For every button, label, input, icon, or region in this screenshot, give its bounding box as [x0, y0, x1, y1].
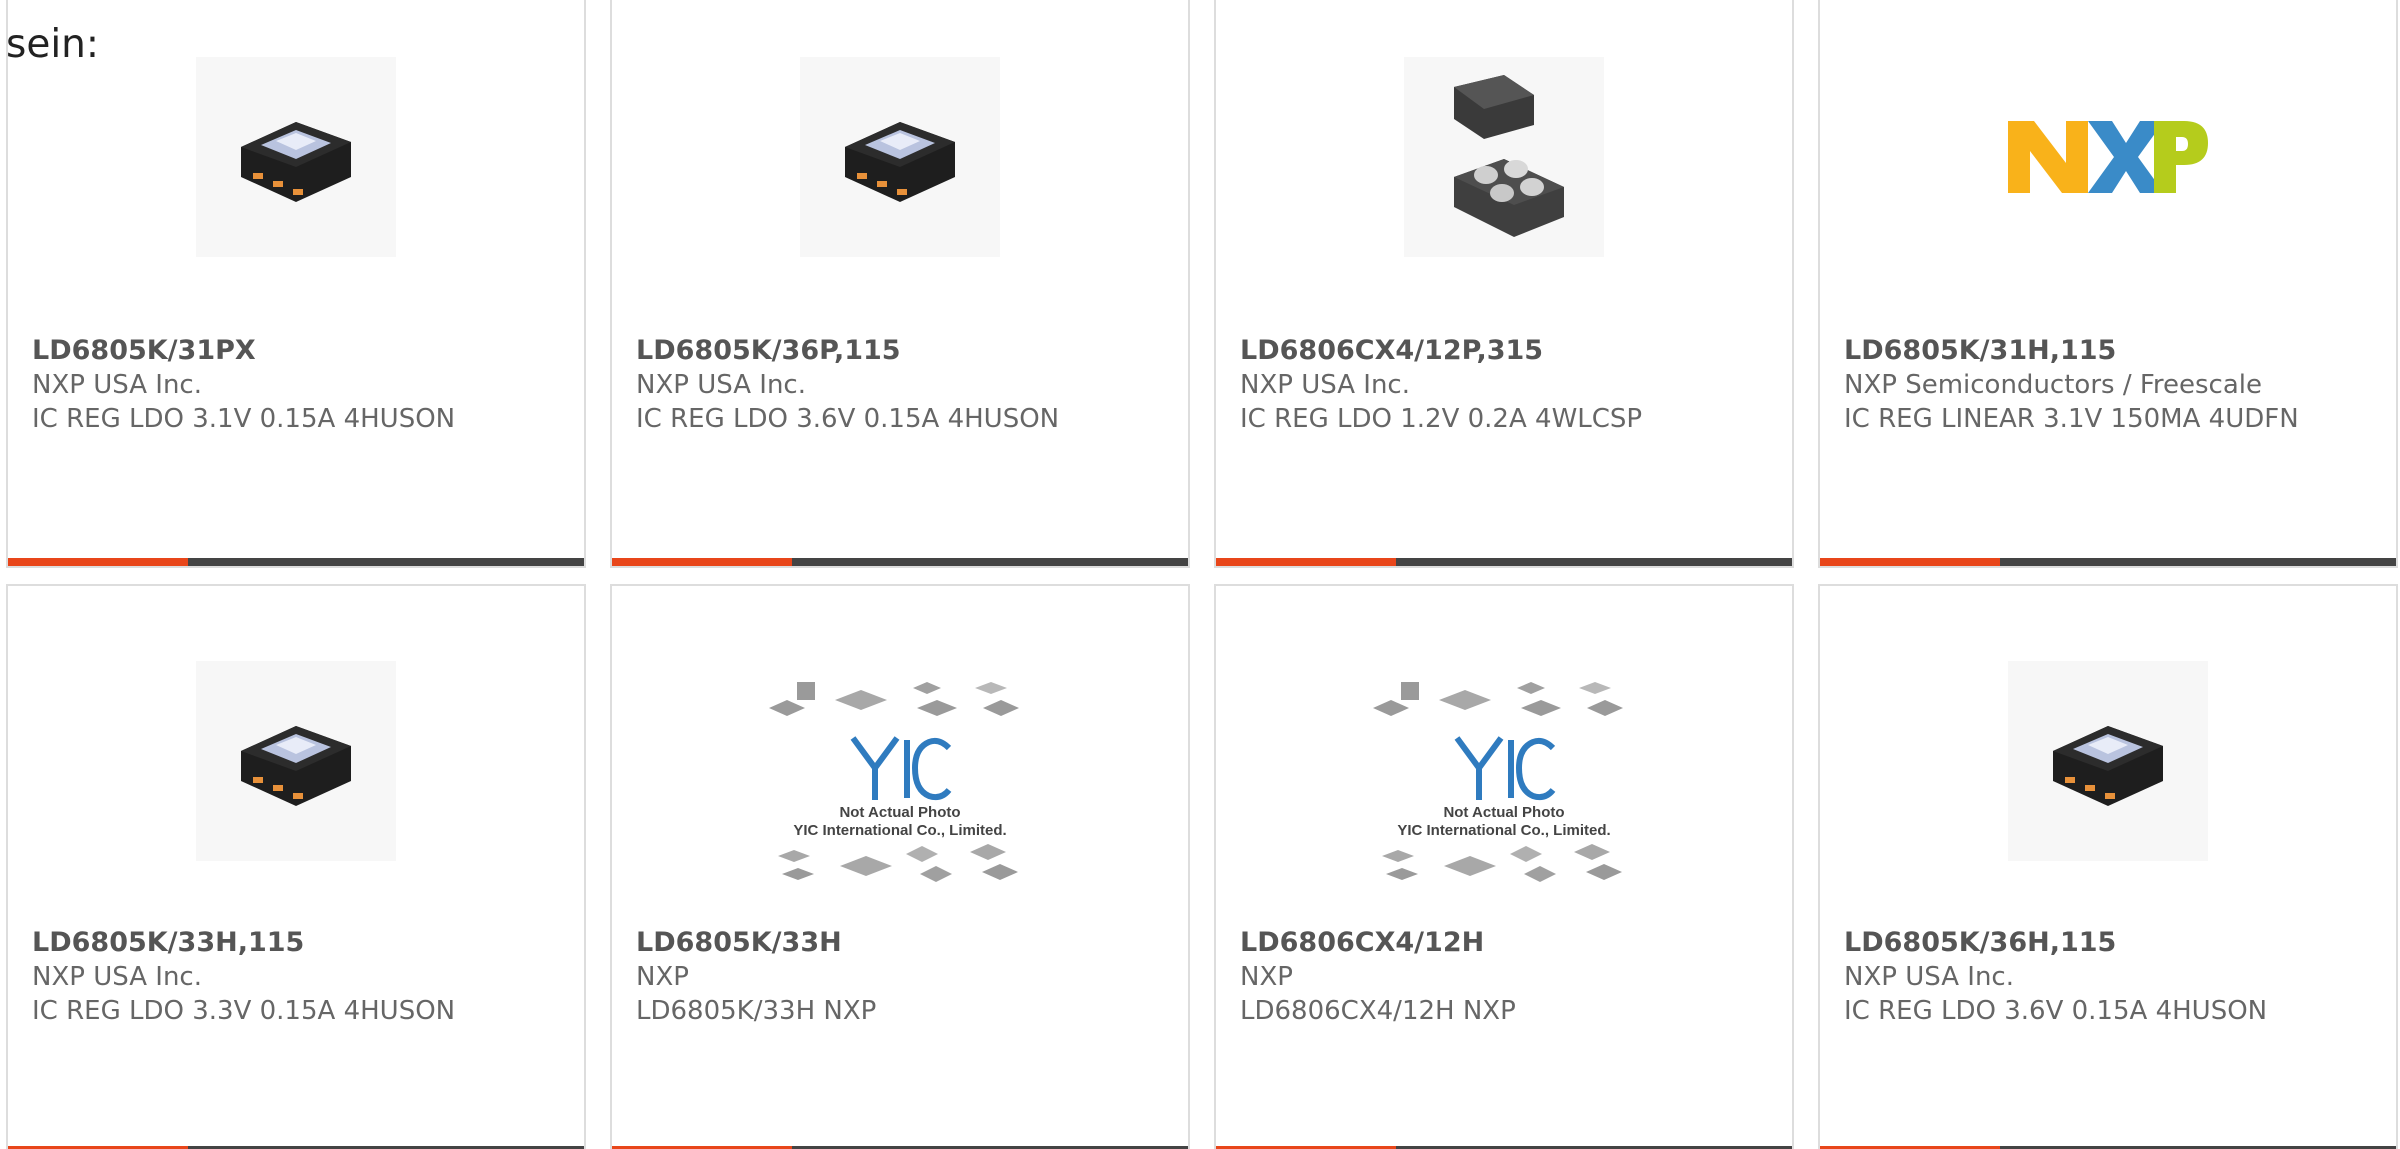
part-description: IC REG LDO 3.3V 0.15A 4HUSON [32, 996, 456, 1026]
chip-row-top-icon [1373, 682, 1623, 716]
product-card[interactable]: LD6806CX4/12P,315 NXP USA Inc. IC REG LD… [1214, 0, 1794, 568]
part-number[interactable]: LD6806CX4/12P,315 [1240, 334, 1772, 368]
product-card[interactable]: LD6805K/33H,115 NXP USA Inc. IC REG LDO … [6, 584, 586, 1149]
part-number[interactable]: LD6806CX4/12H [1240, 926, 1772, 960]
part-description: IC REG LDO 3.1V 0.15A 4HUSON [32, 404, 456, 434]
part-description: IC REG LINEAR 3.1V 150MA 4UDFN [1844, 404, 2299, 434]
product-card[interactable]: Not Actual Photo YIC International Co., … [1214, 584, 1794, 1149]
yic-logo [850, 736, 952, 801]
part-number[interactable]: LD6805K/31PX [32, 334, 564, 368]
part-description: LD6805K/33H NXP [636, 996, 877, 1026]
product-card[interactable]: LD6805K/36P,115 NXP USA Inc. IC REG LDO … [610, 0, 1190, 568]
huson-package-icon[interactable] [800, 57, 1000, 257]
photo-note: Not Actual Photo [1443, 804, 1565, 821]
huson-package-icon[interactable] [196, 57, 396, 257]
manufacturer: NXP Semiconductors / Freescale [1844, 370, 2263, 400]
chip-row-bottom-icon [778, 844, 1018, 882]
wlcsp-package-icon[interactable] [1404, 57, 1604, 257]
manufacturer: NXP USA Inc. [32, 962, 202, 992]
part-number[interactable]: LD6805K/31H,115 [1844, 334, 2376, 368]
yic-placeholder-image[interactable]: Not Actual Photo YIC International Co., … [1364, 678, 1644, 908]
part-description: LD6806CX4/12H NXP [1240, 996, 1516, 1026]
part-description: IC REG LDO 3.6V 0.15A 4HUSON [636, 404, 1060, 434]
part-number[interactable]: LD6805K/33H [636, 926, 1168, 960]
photo-note: Not Actual Photo [839, 804, 961, 821]
product-card[interactable]: Not Actual Photo YIC International Co., … [610, 584, 1190, 1149]
card-accent-bar [612, 558, 1188, 566]
huson-package-icon[interactable] [196, 661, 396, 861]
manufacturer: NXP [1240, 962, 1293, 992]
chip-row-bottom-icon [1382, 844, 1622, 882]
product-card[interactable]: LD6805K/31H,115 NXP Semiconductors / Fre… [1818, 0, 2398, 568]
nxp-logo[interactable] [2008, 57, 2208, 257]
card-accent-bar [1216, 558, 1792, 566]
card-accent-bar [1820, 558, 2396, 566]
part-number[interactable]: LD6805K/33H,115 [32, 926, 564, 960]
manufacturer: NXP USA Inc. [32, 370, 202, 400]
part-description: IC REG LDO 1.2V 0.2A 4WLCSP [1240, 404, 1643, 434]
card-accent-bar [8, 558, 584, 566]
part-number[interactable]: LD6805K/36P,115 [636, 334, 1168, 368]
product-card[interactable]: LD6805K/36H,115 NXP USA Inc. IC REG LDO … [1818, 584, 2398, 1149]
photo-company: YIC International Co., Limited. [1397, 822, 1611, 839]
photo-company: YIC International Co., Limited. [793, 822, 1007, 839]
manufacturer: NXP [636, 962, 689, 992]
product-card[interactable]: LD6805K/31PX NXP USA Inc. IC REG LDO 3.1… [6, 0, 586, 568]
yic-logo [1454, 736, 1556, 801]
huson-package-icon[interactable] [2008, 661, 2208, 861]
chip-row-top-icon [769, 682, 1019, 716]
manufacturer: NXP USA Inc. [636, 370, 806, 400]
manufacturer: NXP USA Inc. [1240, 370, 1410, 400]
yic-placeholder-image[interactable]: Not Actual Photo YIC International Co., … [760, 678, 1040, 908]
part-number[interactable]: LD6805K/36H,115 [1844, 926, 2376, 960]
product-grid-page: sein: LD6805K/31PX NXP USA Inc. IC REG L… [0, 0, 2400, 1149]
manufacturer: NXP USA Inc. [1844, 962, 2014, 992]
part-description: IC REG LDO 3.6V 0.15A 4HUSON [1844, 996, 2268, 1026]
intro-text: sein: [6, 22, 100, 67]
